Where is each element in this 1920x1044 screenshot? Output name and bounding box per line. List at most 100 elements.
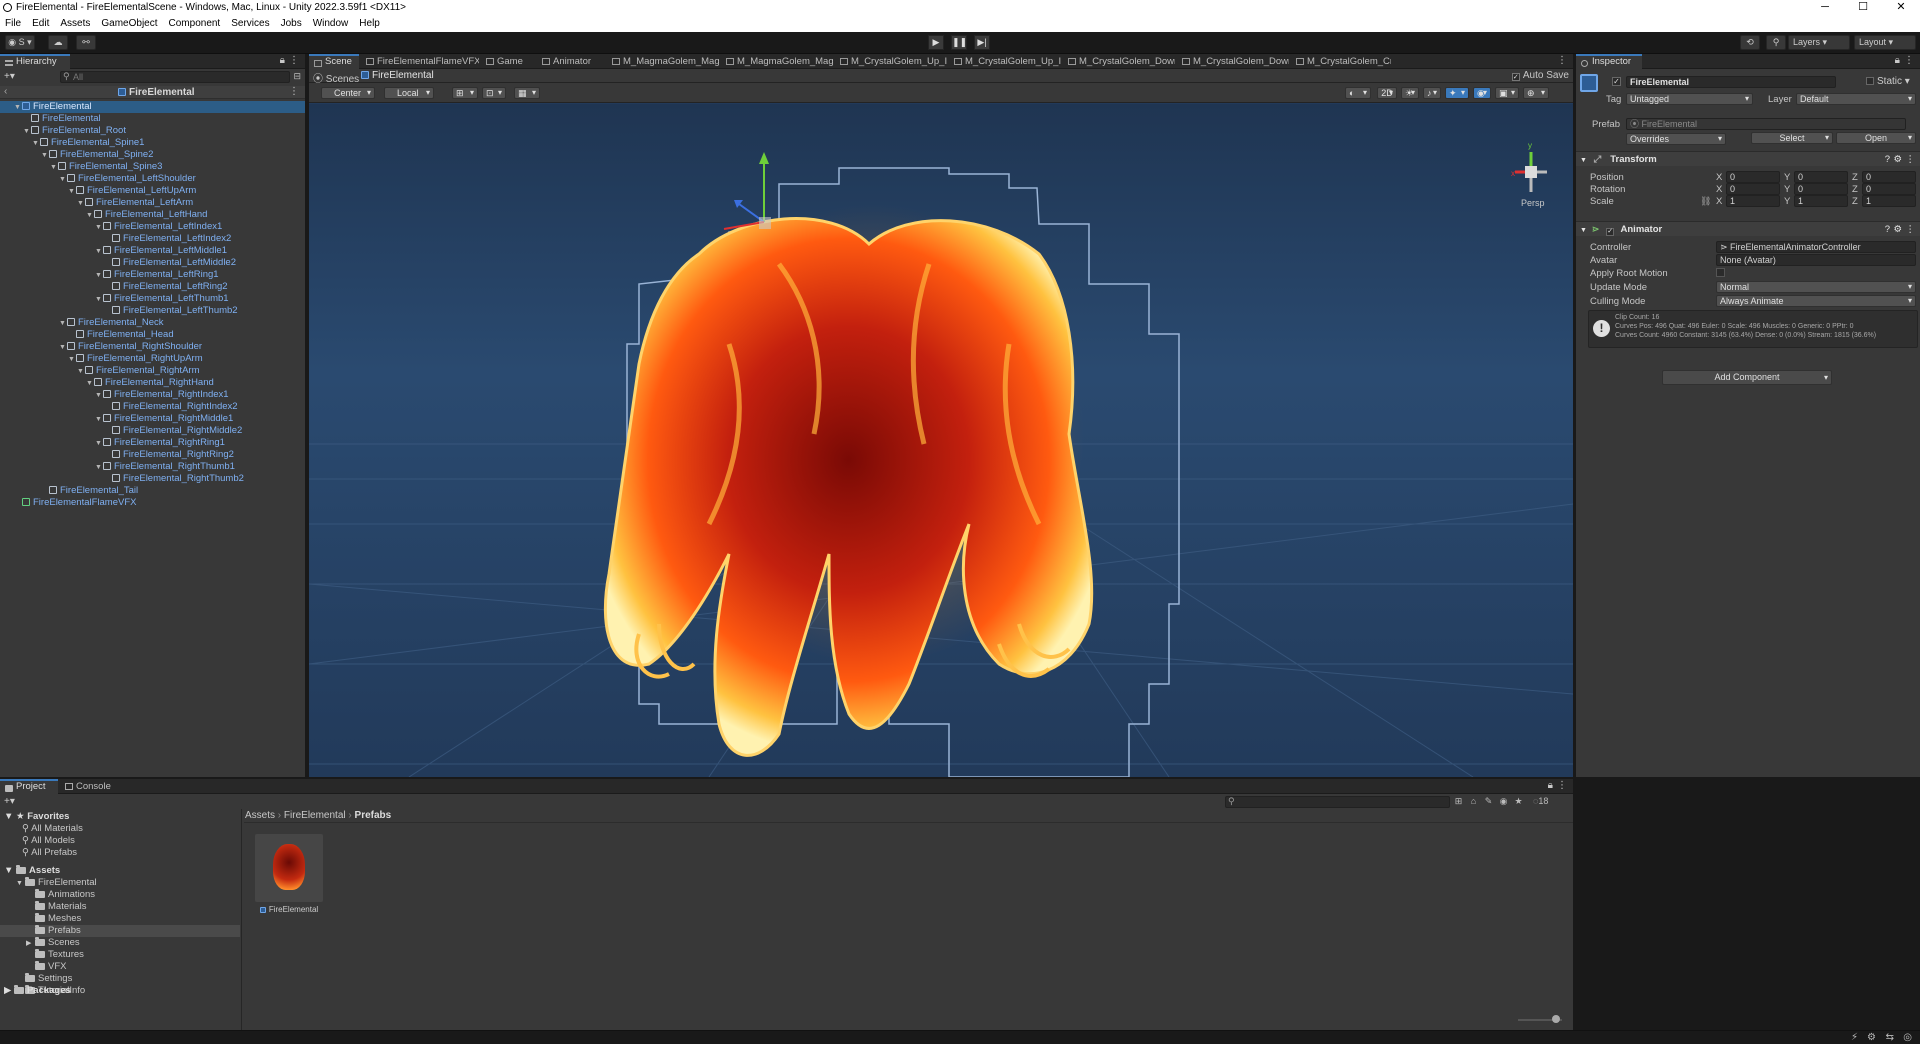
breadcrumb-current[interactable]: FireElemental bbox=[361, 70, 434, 81]
hierarchy-row[interactable]: ▼ FireElemental_RightShoulder bbox=[0, 341, 305, 353]
layer-dropdown[interactable]: Default bbox=[1796, 93, 1916, 105]
hierarchy-row[interactable]: FireElemental_RightRing2 bbox=[0, 449, 305, 461]
select-button[interactable]: Select bbox=[1751, 132, 1833, 144]
scale-z-axis-label[interactable]: Z bbox=[1852, 196, 1858, 207]
hierarchy-row[interactable]: ▼ FireElemental_Neck bbox=[0, 317, 305, 329]
2d-toggle[interactable]: 2D bbox=[1377, 87, 1397, 99]
gizmos-dropdown[interactable]: ⊕ bbox=[1523, 87, 1549, 99]
asset-folder-item[interactable]: Textures bbox=[0, 948, 240, 961]
rotation-y-field[interactable]: 0 bbox=[1794, 183, 1848, 195]
lock-icon[interactable]: 🔒︎ bbox=[1548, 780, 1553, 791]
hierarchy-row[interactable]: ▼ FireElemental_RightArm bbox=[0, 365, 305, 377]
hierarchy-row[interactable]: ▼ FireElemental_RightRing1 bbox=[0, 437, 305, 449]
constrain-proportions-icon[interactable]: ⛓ bbox=[1700, 196, 1711, 207]
menu-window[interactable]: Window bbox=[313, 16, 349, 32]
transform-header[interactable]: ▼ ⤢ Transform ? ⚙ ⋮ bbox=[1576, 151, 1920, 166]
grid-visibility-dropdown[interactable]: ▦ bbox=[514, 87, 540, 99]
asset-folder-item[interactable]: Settings bbox=[0, 972, 240, 985]
object-name-input[interactable]: FireElemental bbox=[1626, 76, 1836, 88]
hierarchy-row[interactable]: ▼ FireElemental_RightHand bbox=[0, 377, 305, 389]
overrides-dropdown[interactable]: Overrides bbox=[1626, 133, 1726, 145]
asset-folder-item[interactable]: Animations bbox=[0, 888, 240, 901]
tab-scene-6[interactable]: M_CrystalGolem_Up_Ice_... bbox=[835, 54, 947, 69]
hierarchy-row[interactable]: ▼ FireElemental bbox=[0, 101, 305, 113]
packages-root[interactable]: ▶ Packages bbox=[4, 984, 71, 997]
camera-dropdown[interactable]: ▣ bbox=[1495, 87, 1519, 99]
favorites-header[interactable]: ▼ ★ Favorites bbox=[4, 811, 69, 823]
filter-icon[interactable]: ⊟ bbox=[293, 71, 301, 82]
menu-gameobject[interactable]: GameObject bbox=[101, 16, 157, 32]
kebab-menu-icon[interactable]: ⋮ bbox=[1557, 55, 1567, 66]
network-icon[interactable]: ⇆ bbox=[1886, 1032, 1894, 1043]
tab-scene-10[interactable]: M_CrystalGolem_Cryst bbox=[1291, 54, 1391, 69]
pivot-dropdown[interactable]: Center bbox=[321, 87, 375, 99]
asset-folder-item[interactable]: ▶ Scenes bbox=[0, 936, 240, 949]
update-mode-dropdown[interactable]: Normal bbox=[1716, 281, 1916, 293]
hierarchy-row[interactable]: ▼ FireElemental_LeftArm bbox=[0, 197, 305, 209]
hierarchy-row[interactable]: ▼ FireElemental_LeftHand bbox=[0, 209, 305, 221]
hierarchy-row[interactable]: ▼ FireElemental_Spine1 bbox=[0, 137, 305, 149]
hierarchy-row[interactable]: ▼ FireElemental_Root bbox=[0, 125, 305, 137]
tab-scene-3[interactable]: Animator bbox=[537, 54, 605, 69]
visibility-toggle[interactable]: ◉ bbox=[1473, 87, 1491, 99]
hierarchy-row[interactable]: ▼ FireElemental_RightUpArm bbox=[0, 353, 305, 365]
hierarchy-row[interactable]: ▼ FireElemental_Spine3 bbox=[0, 161, 305, 173]
asset-folder-item[interactable]: Materials bbox=[0, 900, 240, 913]
menu-assets[interactable]: Assets bbox=[60, 16, 90, 32]
account-button[interactable]: ◉ S ▾ bbox=[5, 35, 35, 50]
layers-dropdown[interactable]: Layers ▾ bbox=[1788, 35, 1850, 50]
scene-viewport[interactable]: x y Persp bbox=[309, 104, 1573, 777]
hierarchy-row[interactable]: ▼ FireElemental_LeftThumb1 bbox=[0, 293, 305, 305]
hierarchy-row[interactable]: FireElemental_LeftThumb2 bbox=[0, 305, 305, 317]
apply-root-motion-checkbox[interactable] bbox=[1716, 268, 1725, 277]
menu-file[interactable]: File bbox=[5, 16, 21, 32]
breadcrumb-fireelemental[interactable]: FireElemental bbox=[284, 810, 346, 821]
rotation-x-field[interactable]: 0 bbox=[1726, 183, 1780, 195]
preset-icon[interactable]: ⚙ bbox=[1893, 152, 1902, 167]
rotation-z-field[interactable]: 0 bbox=[1862, 183, 1916, 195]
hierarchy-row[interactable]: FireElemental_LeftMiddle2 bbox=[0, 257, 305, 269]
tag-dropdown[interactable]: Untagged bbox=[1626, 93, 1753, 105]
position-x-axis-label[interactable]: X bbox=[1716, 172, 1722, 183]
play-button[interactable]: ▶ bbox=[928, 35, 944, 50]
draw-mode-dropdown[interactable]: ◐ bbox=[1345, 87, 1371, 99]
hierarchy-row[interactable]: FireElemental_LeftIndex2 bbox=[0, 233, 305, 245]
hierarchy-row[interactable]: ▼ FireElemental_LeftIndex1 bbox=[0, 221, 305, 233]
hierarchy-row[interactable]: FireElemental_RightIndex2 bbox=[0, 401, 305, 413]
thumbnail-size-handle[interactable] bbox=[1552, 1015, 1560, 1023]
menu-services[interactable]: Services bbox=[231, 16, 269, 32]
position-z-field[interactable]: 0 bbox=[1862, 171, 1916, 183]
lock-icon[interactable]: 🔒︎ bbox=[1895, 55, 1900, 66]
help-icon[interactable]: ? bbox=[1885, 222, 1890, 237]
tab-scene-0[interactable]: Scene bbox=[309, 54, 359, 69]
tab-scene-7[interactable]: M_CrystalGolem_Up_Ice_... bbox=[949, 54, 1061, 69]
effects-dropdown[interactable]: ✦ bbox=[1445, 87, 1469, 99]
favorite-star-icon[interactable]: ★ bbox=[1513, 796, 1524, 807]
tab-scene-2[interactable]: Game bbox=[481, 54, 535, 69]
tab-scene-1[interactable]: FireElementalFlameVFX bbox=[361, 54, 479, 69]
pause-button[interactable]: ❚❚ bbox=[951, 35, 967, 50]
hierarchy-row[interactable]: ▼ FireElemental_LeftShoulder bbox=[0, 173, 305, 185]
hierarchy-row[interactable]: ▼ FireElemental_LeftRing1 bbox=[0, 269, 305, 281]
favorite-all-materials[interactable]: ⚲ All Materials bbox=[22, 823, 83, 835]
asset-folder-item[interactable]: Prefabs bbox=[0, 924, 240, 937]
avatar-field[interactable]: None (Avatar) bbox=[1716, 254, 1916, 266]
hierarchy-row[interactable]: FireElemental_Head bbox=[0, 329, 305, 341]
debug-icon[interactable]: ⚙ bbox=[1867, 1032, 1876, 1043]
scale-x-field[interactable]: 1 bbox=[1726, 195, 1780, 207]
position-x-field[interactable]: 0 bbox=[1726, 171, 1780, 183]
step-button[interactable]: ▶| bbox=[974, 35, 990, 50]
asset-folder-item[interactable]: VFX bbox=[0, 960, 240, 973]
controller-field[interactable]: ⋗ FireElementalAnimatorController bbox=[1716, 241, 1916, 253]
tab-hierarchy[interactable]: Hierarchy bbox=[0, 54, 70, 69]
search-icon[interactable]: ⚲ bbox=[1766, 35, 1786, 50]
search-by-label-icon[interactable]: ⌂ bbox=[1468, 796, 1479, 807]
collab-icon[interactable]: ⚯ bbox=[76, 35, 96, 50]
prefab-field[interactable]: ⦿ FireElemental bbox=[1626, 118, 1906, 130]
add-component-button[interactable]: Add Component bbox=[1662, 370, 1832, 385]
hierarchy-row[interactable]: ▼ FireElemental_Spine2 bbox=[0, 149, 305, 161]
minimize-button[interactable]: ─ bbox=[1806, 0, 1844, 16]
hierarchy-row[interactable]: FireElemental_RightMiddle2 bbox=[0, 425, 305, 437]
kebab-menu-icon[interactable]: ⋮ bbox=[289, 86, 299, 97]
kebab-menu-icon[interactable]: ⋮ bbox=[1906, 152, 1916, 167]
